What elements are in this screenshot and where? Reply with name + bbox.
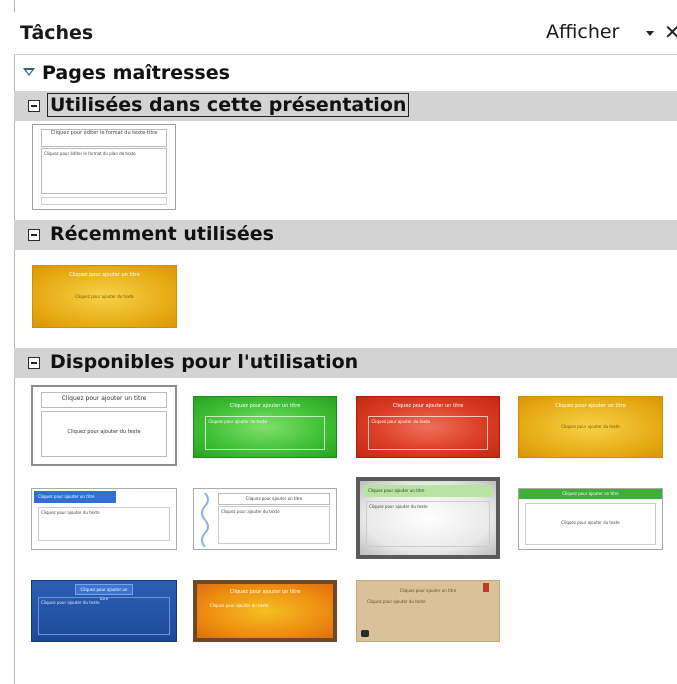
thumbnail-title-placeholder: Cliquez pour éditer le format du texte-t… (41, 129, 167, 147)
collapse-icon[interactable] (28, 357, 40, 369)
thumbnail-body-placeholder: Cliquez pour ajouter du texte (561, 424, 620, 430)
thumbnail-title-placeholder: Cliquez pour ajouter un titre (34, 491, 116, 503)
section-used-header[interactable]: Utilisées dans cette présentation (14, 91, 677, 121)
thumbnail-body-placeholder: Cliquez pour ajouter du texte (205, 416, 325, 450)
thumbnail-title-placeholder: Cliquez pour ajouter un titre (75, 584, 133, 601)
master-thumbnail-green[interactable]: Cliquez pour ajouter un titre Cliquez po… (193, 396, 337, 458)
master-thumbnail-gray-selected[interactable]: Cliquez pour ajouter un titre Cliquez po… (356, 477, 500, 559)
thumbnail-footer (41, 197, 167, 205)
dropdown-arrow-icon[interactable] (646, 31, 654, 36)
thumbnail-title-placeholder: Cliquez pour ajouter un titre (229, 402, 301, 409)
thumbnail-body-placeholder: Cliquez pour ajouter du texte (525, 503, 656, 545)
thumbnail-title-placeholder: Cliquez pour ajouter un titre (41, 392, 167, 408)
thumbnail-body-placeholder: Cliquez pour ajouter du texte (41, 411, 167, 457)
thumbnail-body-placeholder: Cliquez pour ajouter du texte (75, 293, 134, 299)
bookmark-icon (483, 583, 489, 592)
master-thumbnail-yellow[interactable]: Cliquez pour ajouter un titre Cliquez po… (518, 396, 663, 458)
section-available-label: Disponibles pour l'utilisation (50, 351, 359, 373)
collapse-icon[interactable] (28, 229, 40, 241)
master-thumbnail-blue-header[interactable]: Cliquez pour ajouter un titre Cliquez po… (31, 488, 177, 550)
master-thumbnail-green-header[interactable]: Cliquez pour ajouter un titre Cliquez po… (518, 488, 663, 550)
ornament-icon (361, 630, 369, 637)
thumbnail-body-placeholder: Cliquez pour ajouter du texte (218, 506, 330, 544)
master-thumbnail-blue[interactable]: Cliquez pour ajouter un titre Cliquez po… (31, 580, 177, 642)
thumbnail-body-placeholder: Cliquez pour ajouter du texte (38, 507, 170, 541)
collapse-icon[interactable] (28, 100, 40, 112)
thumbnail-body-placeholder: Cliquez pour ajouter du texte (367, 599, 426, 604)
thumbnail-title-placeholder: Cliquez pour ajouter un titre (399, 588, 457, 593)
master-thumbnail-default-available[interactable]: Cliquez pour ajouter un titre Cliquez po… (31, 385, 177, 466)
thumbnail-title-placeholder: Cliquez pour ajouter un titre (229, 589, 301, 596)
task-pane-header: Tâches Afficher ✕ (14, 12, 677, 55)
thumbnail-title-placeholder: Cliquez pour ajouter un titre (218, 493, 330, 505)
thumbnail-body-placeholder: Cliquez pour ajouter du texte (38, 597, 170, 635)
thumbnail-title-placeholder: Cliquez pour ajouter un titre (392, 402, 464, 409)
master-thumbnail-parchment[interactable]: Cliquez pour ajouter un titre Cliquez po… (356, 580, 500, 642)
expand-triangle-icon[interactable] (23, 68, 35, 76)
view-menu-button[interactable]: Afficher (546, 21, 619, 43)
master-thumbnail-red[interactable]: Cliquez pour ajouter un titre Cliquez po… (356, 396, 500, 458)
thumbnail-title-placeholder: Cliquez pour ajouter un titre (69, 271, 140, 278)
thumbnail-title-placeholder: Cliquez pour ajouter un titre (555, 402, 626, 409)
thumbnail-body-placeholder: Cliquez pour ajouter du texte (368, 416, 488, 450)
master-thumbnail-wave[interactable]: Cliquez pour ajouter un titre Cliquez po… (193, 488, 337, 550)
wave-decoration-icon (201, 493, 209, 547)
master-thumbnail-yellow-recent[interactable]: Cliquez pour ajouter un titre Cliquez po… (32, 265, 177, 328)
master-pages-header[interactable]: Pages maîtresses (14, 58, 677, 88)
master-thumbnail-default[interactable]: Cliquez pour éditer le format du texte-t… (32, 124, 176, 210)
thumbnail-body-placeholder: Cliquez pour ajouter du texte (209, 603, 269, 609)
section-available-header[interactable]: Disponibles pour l'utilisation (14, 348, 677, 378)
section-recent-header[interactable]: Récemment utilisées (14, 220, 677, 250)
task-pane-title: Tâches (20, 22, 94, 44)
close-icon[interactable]: ✕ (664, 20, 677, 44)
thumbnail-body-placeholder: Cliquez pour éditer le format du plan de… (41, 148, 167, 194)
thumbnail-title-placeholder: Cliquez pour ajouter un titre (364, 485, 492, 497)
master-pages-label: Pages maîtresses (42, 62, 230, 84)
master-thumbnail-orange[interactable]: Cliquez pour ajouter un titre Cliquez po… (193, 580, 337, 642)
thumbnail-body-placeholder: Cliquez pour ajouter du texte (366, 501, 490, 547)
thumbnail-title-placeholder: Cliquez pour ajouter un titre (519, 489, 662, 499)
section-used-label: Utilisées dans cette présentation (47, 93, 410, 117)
section-recent-label: Récemment utilisées (50, 223, 274, 245)
